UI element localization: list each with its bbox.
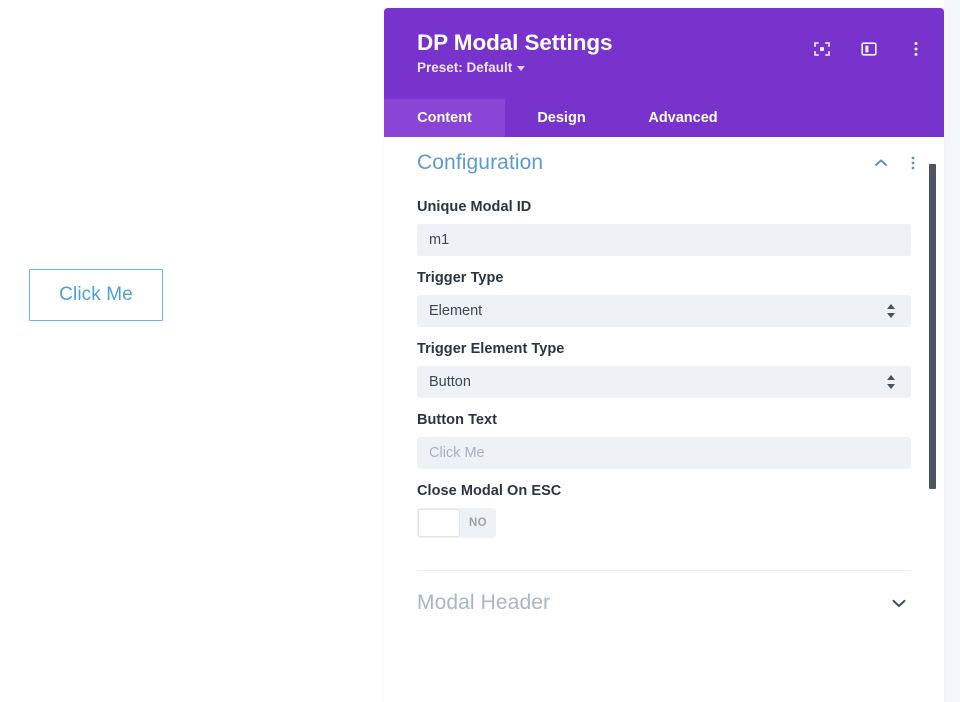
- toggle-close-modal-on-esc[interactable]: NO: [417, 508, 496, 538]
- preset-selector[interactable]: Preset: Default: [417, 60, 525, 75]
- field-trigger-element-type: Trigger Element Type Button: [417, 341, 911, 398]
- modal-trigger-button[interactable]: Click Me: [29, 269, 163, 321]
- section-title-configuration: Configuration: [417, 151, 872, 175]
- section-more-vertical-icon[interactable]: [904, 154, 922, 172]
- preset-label: Preset: Default: [417, 60, 512, 75]
- section-header-modal-header[interactable]: Modal Header: [384, 571, 944, 625]
- focus-target-icon[interactable]: [812, 39, 832, 59]
- toggle-state-label: NO: [460, 517, 496, 529]
- select-trigger-element-type[interactable]: Button: [417, 366, 911, 398]
- up-down-arrows-icon: [887, 304, 896, 318]
- label-trigger-type: Trigger Type: [417, 270, 911, 286]
- select-trigger-element-type-value: Button: [429, 374, 471, 390]
- tab-design[interactable]: Design: [505, 99, 618, 137]
- input-unique-modal-id[interactable]: m1: [417, 224, 911, 256]
- panel-body: Configuration: [384, 137, 944, 702]
- label-button-text: Button Text: [417, 412, 911, 428]
- field-unique-modal-id: Unique Modal ID m1: [417, 199, 911, 256]
- screen: Click Me DP Modal Settings Preset: Defau…: [0, 0, 960, 702]
- field-button-text: Button Text Click Me: [417, 412, 911, 469]
- panel-header-actions: [812, 39, 926, 59]
- chevron-up-icon[interactable]: [872, 154, 890, 172]
- layout-panel-icon[interactable]: [859, 39, 879, 59]
- section-header-configuration[interactable]: Configuration: [384, 137, 944, 185]
- section-title-modal-header: Modal Header: [417, 591, 890, 615]
- right-gutter-strip: [944, 0, 960, 702]
- chevron-down-icon[interactable]: [890, 594, 908, 612]
- toggle-knob: [418, 509, 460, 537]
- input-button-text[interactable]: Click Me: [417, 437, 911, 469]
- field-trigger-type: Trigger Type Element: [417, 270, 911, 327]
- chevron-down-icon: [517, 66, 525, 71]
- label-trigger-element-type: Trigger Element Type: [417, 341, 911, 357]
- up-down-arrows-icon: [887, 375, 896, 389]
- page-preview-canvas: Click Me: [0, 0, 384, 702]
- panel-scrollbar-track[interactable]: [929, 137, 936, 702]
- more-vertical-icon[interactable]: [906, 39, 926, 59]
- configuration-fields: Unique Modal ID m1 Trigger Type Element: [384, 199, 944, 571]
- panel-scrollbar-thumb[interactable]: [929, 164, 936, 489]
- tab-content[interactable]: Content: [384, 99, 505, 137]
- label-unique-modal-id: Unique Modal ID: [417, 199, 911, 215]
- section-actions-modal-header: [890, 594, 922, 612]
- select-trigger-type[interactable]: Element: [417, 295, 911, 327]
- dp-modal-settings-panel: DP Modal Settings Preset: Default: [384, 8, 944, 702]
- select-trigger-type-value: Element: [429, 303, 482, 319]
- field-close-modal-on-esc: Close Modal On ESC NO: [417, 483, 911, 542]
- panel-header: DP Modal Settings Preset: Default: [384, 8, 944, 99]
- input-unique-modal-id-value: m1: [429, 232, 449, 248]
- input-button-text-placeholder: Click Me: [429, 445, 485, 461]
- section-actions-configuration: [872, 154, 922, 172]
- tab-advanced[interactable]: Advanced: [618, 99, 748, 137]
- panel-tabs: Content Design Advanced: [384, 99, 944, 137]
- label-close-modal-on-esc: Close Modal On ESC: [417, 483, 911, 499]
